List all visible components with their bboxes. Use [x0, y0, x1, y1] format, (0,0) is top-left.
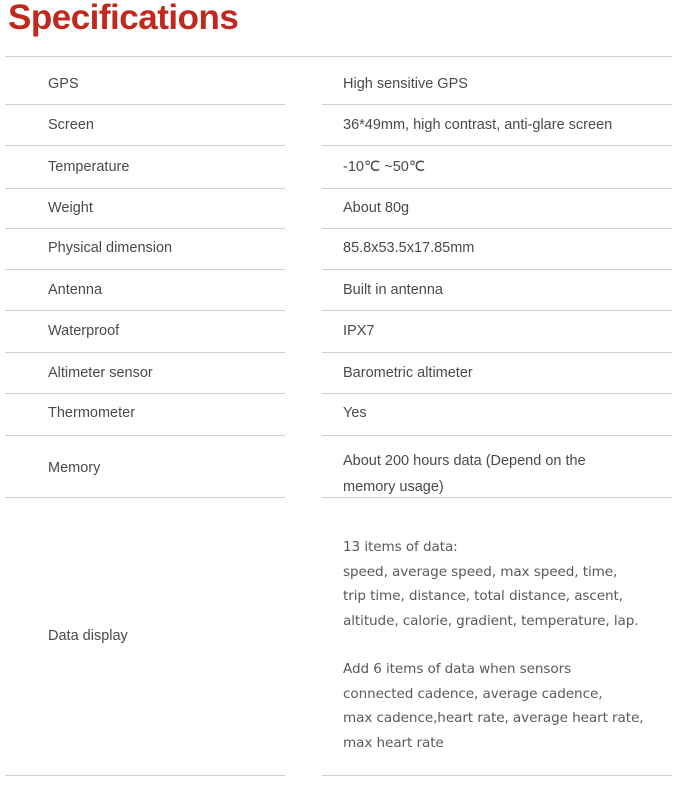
- divider-left-5: [5, 269, 285, 270]
- divider-left-2: [5, 145, 285, 146]
- divider-left-9: [5, 435, 285, 436]
- spec-value-altimeter-sensor: Barometric altimeter: [343, 365, 473, 381]
- divider-title: [5, 56, 672, 57]
- divider-left-3: [5, 188, 285, 189]
- spec-label-screen: Screen: [48, 117, 94, 133]
- spec-value-gps: High sensitive GPS: [343, 76, 468, 92]
- spec-label-thermometer: Thermometer: [48, 405, 136, 421]
- divider-right-1: [322, 104, 672, 105]
- spec-label-physical-dimension: Physical dimension: [48, 240, 173, 256]
- divider-right-2: [322, 145, 672, 146]
- divider-left-11: [5, 775, 285, 776]
- spec-value-temperature: -10℃ ~50℃: [343, 159, 426, 175]
- spec-value-weight: About 80g: [343, 200, 410, 216]
- data-display-paragraph-2: Add 6 items of data when sensors connecte…: [343, 661, 644, 751]
- divider-right-4: [322, 228, 672, 229]
- divider-right-8: [322, 393, 672, 394]
- divider-left-6: [5, 310, 285, 311]
- spec-label-data-display: Data display: [48, 628, 128, 644]
- spec-label-weight: Weight: [48, 200, 93, 216]
- spec-value-thermometer: Yes: [343, 405, 367, 421]
- specifications-page: Specifications GPS Screen Temperature We…: [0, 0, 677, 787]
- spec-label-temperature: Temperature: [48, 159, 130, 175]
- spec-value-data-display: 13 items of data: speed, average speed, m…: [343, 535, 677, 755]
- divider-left-7: [5, 352, 285, 353]
- spec-value-screen: 36*49mm, high contrast, anti-glare scree…: [343, 117, 613, 133]
- spec-label-antenna: Antenna: [48, 282, 103, 298]
- spec-value-memory: About 200 hours data (Depend on the memo…: [343, 453, 586, 495]
- spec-value-antenna: Built in antenna: [343, 282, 443, 298]
- spec-label-waterproof: Waterproof: [48, 323, 120, 339]
- divider-left-10: [5, 497, 285, 498]
- spec-value-physical-dimension: 85.8x53.5x17.85mm: [343, 240, 475, 256]
- divider-right-7: [322, 352, 672, 353]
- divider-right-3: [322, 188, 672, 189]
- divider-left-1: [5, 104, 285, 105]
- data-display-paragraph-1: 13 items of data: speed, average speed, m…: [343, 539, 639, 629]
- divider-right-5: [322, 269, 672, 270]
- divider-left-4: [5, 228, 285, 229]
- spec-label-memory: Memory: [48, 460, 101, 476]
- spec-value-waterproof: IPX7: [343, 323, 375, 339]
- divider-left-8: [5, 393, 285, 394]
- spec-label-gps: GPS: [48, 76, 79, 92]
- divider-right-9: [322, 435, 672, 436]
- divider-right-11: [322, 775, 672, 776]
- divider-right-6: [322, 310, 672, 311]
- page-title: Specifications: [8, 0, 239, 37]
- spec-label-altimeter-sensor: Altimeter sensor: [48, 365, 153, 381]
